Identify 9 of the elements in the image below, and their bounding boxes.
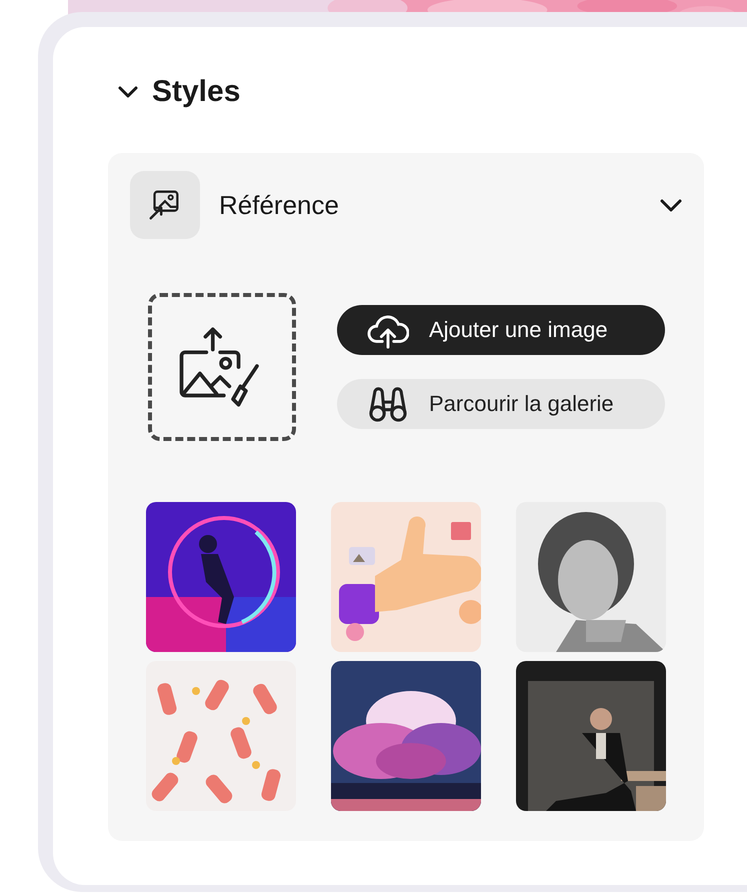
binoculars-icon [367, 385, 409, 423]
reference-title: Référence [219, 190, 340, 220]
action-button[interactable]: Parcourir la galerie [337, 379, 665, 429]
action-button[interactable]: Ajouter une image [337, 305, 665, 355]
reference-image-icon [130, 171, 200, 239]
image-dropzone[interactable] [148, 293, 296, 441]
chevron-down-icon[interactable] [660, 198, 682, 212]
section-title: Styles [152, 75, 240, 109]
chevron-down-icon[interactable] [118, 86, 138, 98]
